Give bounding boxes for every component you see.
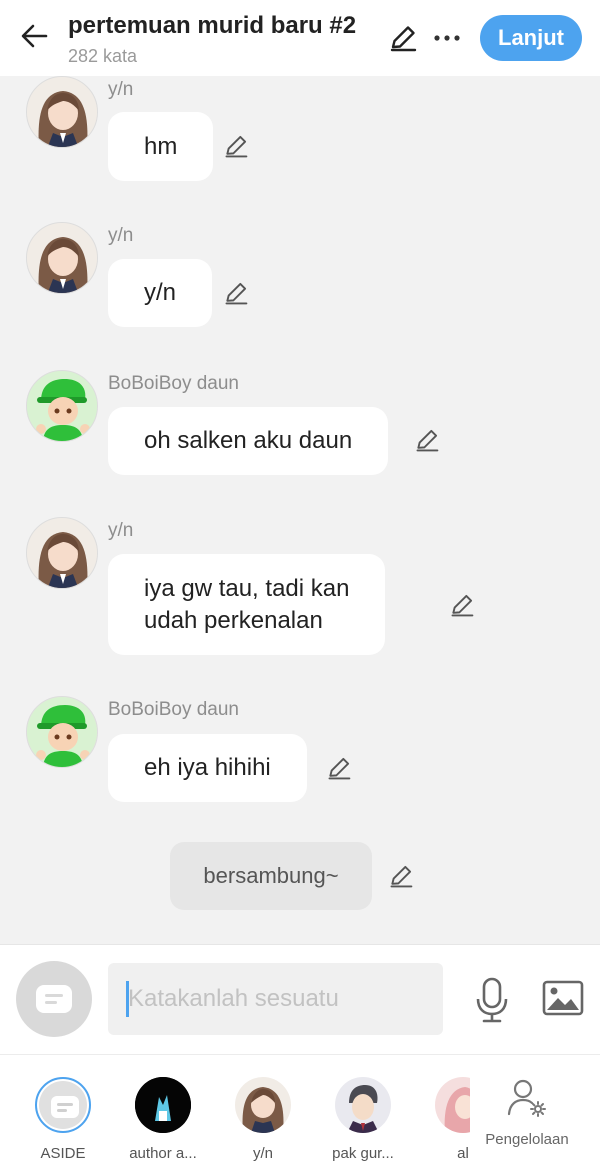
message-line: udah perkenalan bbox=[144, 606, 323, 634]
voice-input-button[interactable] bbox=[470, 975, 514, 1025]
edit-message-button[interactable] bbox=[412, 425, 442, 455]
character-yn[interactable]: y/n bbox=[213, 1055, 313, 1168]
pencil-icon bbox=[416, 429, 439, 452]
character-name: y/n bbox=[252, 1145, 273, 1162]
avatar-yn[interactable] bbox=[26, 76, 98, 148]
character-aside[interactable]: ASIDE bbox=[13, 1055, 113, 1168]
pencil-icon bbox=[225, 135, 248, 158]
story-title: pertemuan murid baru #2 bbox=[68, 12, 357, 39]
speaker-name: y/n bbox=[108, 79, 134, 100]
author-avatar bbox=[135, 1077, 191, 1133]
edit-message-button[interactable] bbox=[221, 278, 251, 308]
pencil-icon bbox=[328, 757, 351, 780]
character-name: ASIDE bbox=[40, 1145, 86, 1162]
message-line: iya gw tau, tadi kan bbox=[144, 574, 350, 602]
message-bubble[interactable]: y/n bbox=[108, 259, 213, 327]
manage-label: Pengelolaan bbox=[485, 1131, 569, 1148]
speaker-name: BoBoiBoy daun bbox=[108, 373, 239, 394]
back-button[interactable] bbox=[16, 18, 52, 54]
insert-image-button[interactable] bbox=[540, 977, 586, 1019]
microphone-icon bbox=[476, 977, 508, 1023]
top-bar: pertemuan murid baru #2 282 kata Lanjut bbox=[0, 0, 600, 76]
compose-bar bbox=[0, 944, 600, 1054]
pencil-icon bbox=[390, 26, 417, 52]
text-cursor bbox=[126, 981, 129, 1017]
arrow-left-icon bbox=[21, 24, 48, 48]
speaker-name: y/n bbox=[108, 225, 134, 246]
message-bubble[interactable]: hm bbox=[108, 112, 214, 181]
yn-avatar bbox=[235, 1077, 291, 1133]
message-bubble[interactable]: eh iya hihihi bbox=[108, 734, 307, 802]
character-selector: ASIDE author a... y/n pak gur... al Peng… bbox=[0, 1054, 600, 1168]
image-icon bbox=[542, 980, 584, 1016]
character-name: author a... bbox=[129, 1145, 197, 1162]
narration-bubble[interactable]: bersambung~ bbox=[170, 842, 372, 910]
aside-toggle-button[interactable] bbox=[16, 961, 92, 1037]
edit-message-button[interactable] bbox=[221, 131, 251, 161]
character-author[interactable]: author a... bbox=[113, 1055, 213, 1168]
avatar-yn[interactable] bbox=[26, 517, 98, 589]
manage-icon bbox=[506, 1077, 548, 1119]
pak-guru-avatar bbox=[335, 1077, 391, 1133]
user-settings-icon bbox=[507, 1079, 546, 1117]
pencil-icon bbox=[225, 282, 248, 305]
character-name: pak gur... bbox=[332, 1145, 394, 1162]
edit-title-button[interactable] bbox=[386, 21, 420, 55]
avatar-boboiboy-daun[interactable] bbox=[26, 696, 98, 768]
more-options-button[interactable] bbox=[430, 21, 464, 55]
avatar-boboiboy-daun[interactable] bbox=[26, 370, 98, 442]
word-count: 282 kata bbox=[68, 46, 138, 66]
speaker-name: BoBoiBoy daun bbox=[108, 699, 239, 720]
edit-narration-button[interactable] bbox=[386, 861, 416, 891]
pencil-icon bbox=[390, 865, 413, 888]
pencil-icon bbox=[451, 594, 474, 617]
edit-message-button[interactable] bbox=[447, 590, 477, 620]
next-button[interactable]: Lanjut bbox=[480, 15, 582, 61]
chat-bubble-icon bbox=[36, 985, 72, 1013]
more-dots-icon bbox=[434, 35, 460, 41]
chat-area[interactable]: y/n hm y/n y/n BoBoiBoy daun oh salken a… bbox=[0, 76, 600, 944]
message-input[interactable] bbox=[108, 963, 443, 1035]
speaker-name: y/n bbox=[108, 520, 134, 541]
character-pak-guru[interactable]: pak gur... bbox=[313, 1055, 413, 1168]
message-bubble[interactable]: iya gw tau, tadi kan udah perkenalan bbox=[108, 554, 386, 655]
manage-characters-button[interactable]: Pengelolaan bbox=[470, 1055, 600, 1168]
message-bubble[interactable]: oh salken aku daun bbox=[108, 407, 389, 475]
avatar-yn[interactable] bbox=[26, 222, 98, 294]
edit-message-button[interactable] bbox=[324, 753, 354, 783]
aside-avatar bbox=[35, 1077, 91, 1133]
